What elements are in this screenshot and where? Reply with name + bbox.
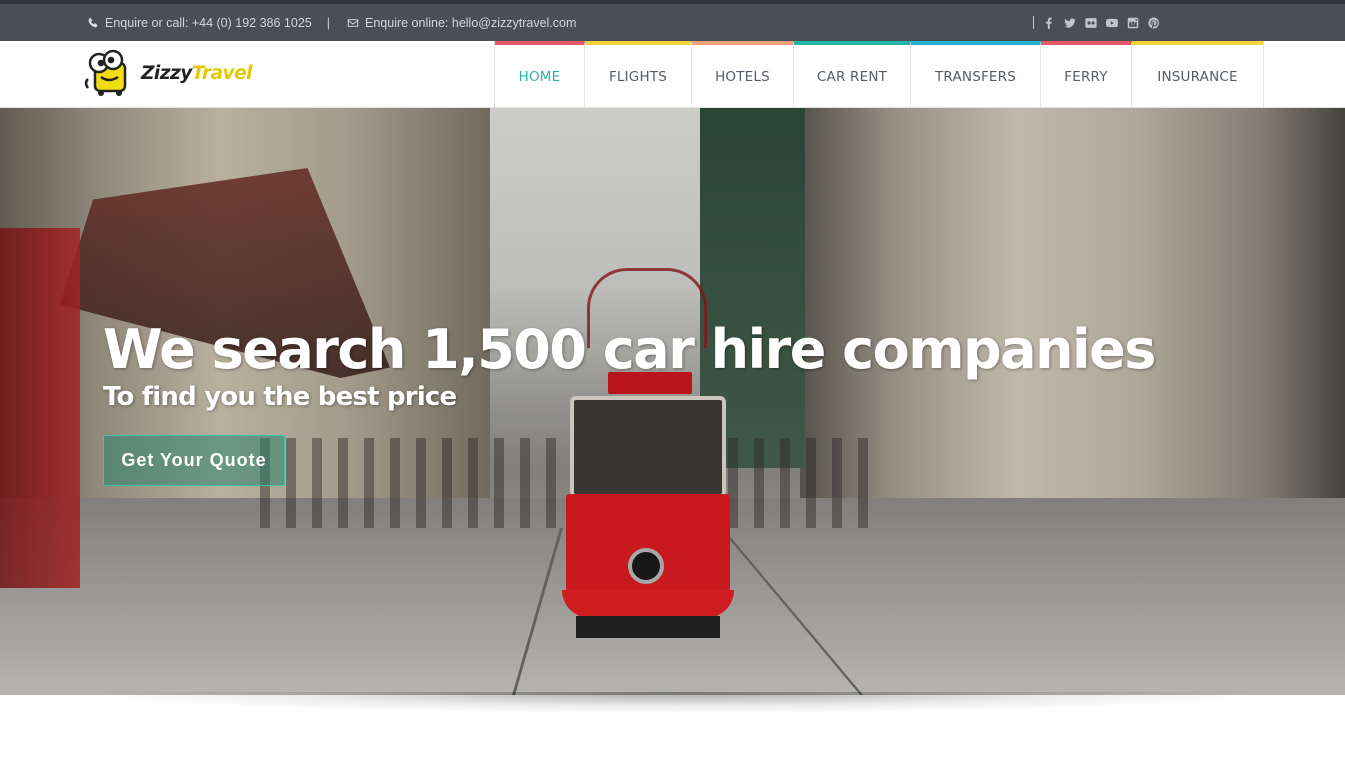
hero-headline: We search 1,500 car hire companies	[103, 318, 1156, 381]
nav-home[interactable]: HOME	[495, 41, 585, 108]
hero-banner: We search 1,500 car hire companies To fi…	[0, 108, 1345, 695]
phone-contact[interactable]: Enquire or call: +44 (0) 192 386 1025	[86, 16, 312, 30]
contact-separator: |	[326, 15, 330, 30]
youtube-icon[interactable]	[1106, 17, 1118, 29]
brand-name-travel: Travel	[191, 62, 253, 84]
main-navigation: HOME FLIGHTS HOTELS CAR RENT TRANSFERS F…	[494, 41, 1264, 108]
nav-hotels[interactable]: HOTELS	[692, 41, 794, 108]
social-links	[1033, 4, 1169, 41]
mascot-logo-icon	[84, 49, 127, 96]
site-header: ZizzyTravel HOME FLIGHTS HOTELS CAR RENT…	[0, 41, 1345, 108]
nav-car-rent[interactable]: CAR RENT	[794, 41, 911, 108]
nav-transfers[interactable]: TRANSFERS	[911, 41, 1041, 108]
contact-info: Enquire or call: +44 (0) 192 386 1025 | …	[86, 4, 576, 41]
flickr-icon[interactable]	[1085, 17, 1097, 29]
phone-icon	[86, 16, 99, 29]
nav-flights[interactable]: FLIGHTS	[585, 41, 692, 108]
nav-insurance[interactable]: INSURANCE	[1132, 41, 1264, 108]
site-logo[interactable]: ZizzyTravel	[82, 49, 253, 97]
instagram-icon[interactable]	[1127, 17, 1139, 29]
envelope-icon	[346, 16, 359, 29]
pinterest-icon[interactable]	[1148, 16, 1160, 29]
phone-text: Enquire or call: +44 (0) 192 386 1025	[105, 15, 312, 30]
get-quote-button[interactable]: Get Your Quote	[103, 435, 285, 486]
brand-name-zizzy: Zizzy	[141, 62, 192, 84]
facebook-icon[interactable]	[1043, 17, 1055, 29]
hero-bottom-shadow	[70, 692, 1280, 714]
hero-subheadline: To find you the best price	[103, 382, 457, 412]
top-info-bar: Enquire or call: +44 (0) 192 386 1025 | …	[0, 0, 1345, 41]
brand-name: ZizzyTravel	[141, 62, 253, 84]
social-divider	[1033, 16, 1034, 29]
email-text: Enquire online: hello@zizzytravel.com	[365, 15, 577, 30]
nav-ferry[interactable]: FERRY	[1041, 41, 1132, 108]
twitter-icon[interactable]	[1064, 17, 1076, 29]
email-contact[interactable]: Enquire online: hello@zizzytravel.com	[346, 16, 576, 30]
